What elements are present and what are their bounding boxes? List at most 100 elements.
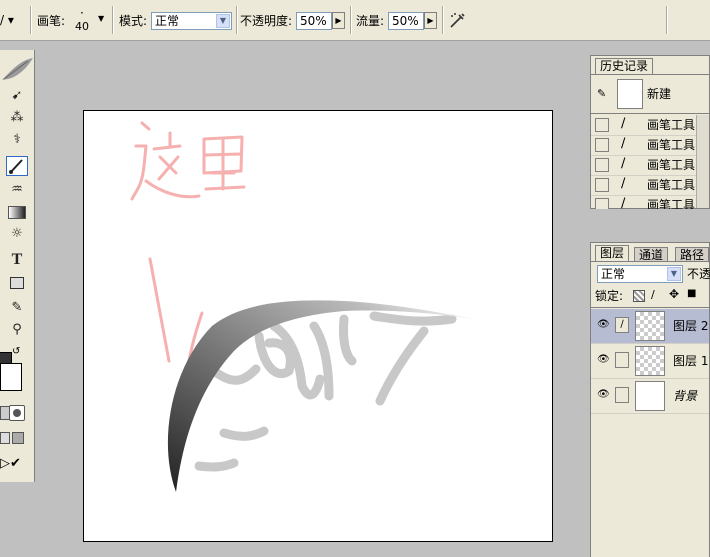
- separator: [666, 6, 668, 34]
- blend-mode-select[interactable]: 正常 ▼: [597, 265, 683, 283]
- swap-colors-icon[interactable]: ↺: [12, 346, 20, 357]
- tool-preset-arrow-icon[interactable]: / ▾: [0, 13, 14, 27]
- options-bar: / ▾ 画笔: · 40 ▼ 模式: 正常 ▼ 不透明度: 50% ▶ 流量: …: [0, 0, 710, 41]
- history-item[interactable]: ∕ 画笔工具: [591, 135, 697, 156]
- lock-image-icon[interactable]: ∕: [651, 288, 655, 301]
- separator: [236, 6, 238, 34]
- quick-mask-mode-icon[interactable]: [9, 405, 25, 421]
- layers-panel: 图层 通道 路径 正常 ▼ 不透 锁定: ∕ ✥ ■ 👁 ∕ 图层 2 👁 图层…: [590, 242, 710, 557]
- smudge-icon[interactable]: ☼: [6, 224, 28, 244]
- tab-history[interactable]: 历史记录: [595, 58, 654, 74]
- full-screen-mode-icon[interactable]: [12, 432, 24, 444]
- blend-mode-value: 正常: [601, 267, 626, 281]
- brush-icon[interactable]: [6, 156, 28, 176]
- brush-icon: ∕: [621, 176, 626, 191]
- flow-slider-button[interactable]: ▶: [424, 12, 437, 29]
- brush-icon: ∕: [621, 116, 626, 131]
- layers-list: 👁 ∕ 图层 2 👁 图层 1 👁 背景: [591, 307, 709, 414]
- eye-icon[interactable]: 👁: [597, 388, 610, 402]
- opacity-label: 不透明度:: [240, 14, 293, 28]
- chevron-down-icon: ▼: [216, 14, 230, 28]
- lock-label: 锁定:: [595, 289, 624, 303]
- lock-transparency-icon[interactable]: [633, 290, 645, 302]
- history-item-label: 画笔工具: [647, 118, 696, 132]
- mode-label: 模式:: [119, 14, 148, 28]
- brush-icon: ∕: [621, 196, 626, 209]
- history-snapshot[interactable]: ✎ 新建: [591, 75, 709, 114]
- snapshot-thumbnail: [617, 79, 643, 109]
- tab-layers[interactable]: 图层: [595, 245, 630, 261]
- eye-icon[interactable]: 👁: [597, 318, 610, 332]
- brush-label: 画笔:: [37, 14, 66, 28]
- jump-to-imageready-icon[interactable]: ▷✔: [0, 456, 21, 471]
- move-icon[interactable]: ➹: [6, 86, 28, 106]
- mode-select[interactable]: 正常 ▼: [151, 12, 232, 30]
- chevron-down-icon: ▼: [667, 267, 681, 281]
- history-item-label: 画笔工具: [647, 198, 696, 209]
- layer-row[interactable]: 👁 图层 1: [591, 344, 709, 379]
- layers-tab-row: 图层 通道 路径: [591, 243, 710, 262]
- canvas-artwork: [130, 121, 474, 492]
- history-list: ∕ 画笔工具 ∕ 画笔工具 ∕ 画笔工具 ∕ 画笔工具 ∕ 画笔工具: [591, 115, 697, 209]
- lock-position-icon[interactable]: ✥: [669, 287, 679, 301]
- layer-link-box[interactable]: [615, 352, 629, 368]
- history-source-checkbox[interactable]: [595, 198, 609, 209]
- screen-mode-icon[interactable]: [0, 432, 10, 444]
- snapshot-label: 新建: [647, 87, 672, 101]
- opacity-input[interactable]: 50%: [296, 12, 332, 30]
- history-item[interactable]: ∕ 画笔工具: [591, 155, 697, 176]
- history-item[interactable]: ∕ 画笔工具: [591, 115, 697, 136]
- separator: [112, 6, 114, 34]
- tab-paths[interactable]: 路径: [675, 247, 710, 262]
- tab-channels[interactable]: 通道: [634, 247, 669, 262]
- flow-value: 50%: [392, 14, 419, 28]
- magic-wand-icon[interactable]: ⁂: [6, 108, 28, 128]
- layer-name: 图层 2: [673, 319, 709, 333]
- layer-thumbnail: [635, 311, 665, 341]
- layer-link-box[interactable]: [615, 387, 629, 403]
- brush-picker-arrow-icon: ▼: [98, 14, 105, 23]
- layer-thumbnail: [635, 346, 665, 376]
- brush-icon: ∕: [621, 136, 626, 151]
- layer-thumbnail: [635, 381, 665, 411]
- gradient-icon[interactable]: [6, 202, 28, 222]
- layer-row[interactable]: 👁 ∕ 图层 2: [591, 309, 709, 344]
- separator: [442, 6, 444, 34]
- brush-picker[interactable]: · 40 ▼: [72, 6, 108, 36]
- history-tab-row: 历史记录: [591, 56, 709, 75]
- history-item[interactable]: ∕ 画笔工具: [591, 175, 697, 196]
- airbrush-icon[interactable]: [448, 10, 468, 30]
- history-source-checkbox[interactable]: [595, 138, 609, 152]
- brush-icon: ∕: [621, 156, 626, 171]
- layer-name: 背景: [673, 389, 698, 403]
- history-item-label: 画笔工具: [647, 178, 696, 192]
- layer-name: 图层 1: [673, 354, 709, 368]
- eye-icon[interactable]: 👁: [597, 353, 610, 367]
- type-icon[interactable]: T: [6, 250, 28, 270]
- zoom-icon[interactable]: ⚲: [6, 320, 28, 340]
- layer-brush-indicator-icon: ∕: [615, 317, 629, 333]
- layer-row[interactable]: 👁 背景: [591, 379, 709, 414]
- lock-all-icon[interactable]: ■: [687, 288, 696, 299]
- eyedropper-icon[interactable]: ✎: [6, 298, 28, 318]
- toolbox: ➹ ⁂ ⚕ ♒ ☼ T ✎ ⚲ ↺ ▷✔: [0, 50, 35, 482]
- healing-brush-icon[interactable]: ⚕: [6, 130, 28, 150]
- flow-input[interactable]: 50%: [388, 12, 424, 30]
- history-source-checkbox[interactable]: [595, 158, 609, 172]
- history-panel: 历史记录 ✎ 新建 ∕ 画笔工具 ∕ 画笔工具 ∕ 画笔工具 ∕ 画笔工具 ∕ 画笔工具: [590, 55, 710, 209]
- flow-label: 流量:: [356, 14, 385, 28]
- history-brush-source-icon[interactable]: ✎: [597, 87, 606, 100]
- history-brush-icon[interactable]: ♒: [6, 180, 28, 200]
- document-canvas[interactable]: [83, 110, 553, 542]
- history-item[interactable]: ∕ 画笔工具: [591, 195, 697, 209]
- history-source-checkbox[interactable]: [595, 118, 609, 132]
- brush-size: 40: [75, 20, 89, 33]
- history-item-label: 画笔工具: [647, 138, 696, 152]
- brush-tip-icon: ·: [80, 6, 84, 20]
- history-scrollbar[interactable]: [696, 115, 709, 208]
- opacity-slider-button[interactable]: ▶: [332, 12, 345, 29]
- background-color-swatch[interactable]: [0, 363, 22, 391]
- history-source-checkbox[interactable]: [595, 178, 609, 192]
- mode-value: 正常: [155, 14, 180, 28]
- rectangle-shape-icon[interactable]: [6, 272, 28, 292]
